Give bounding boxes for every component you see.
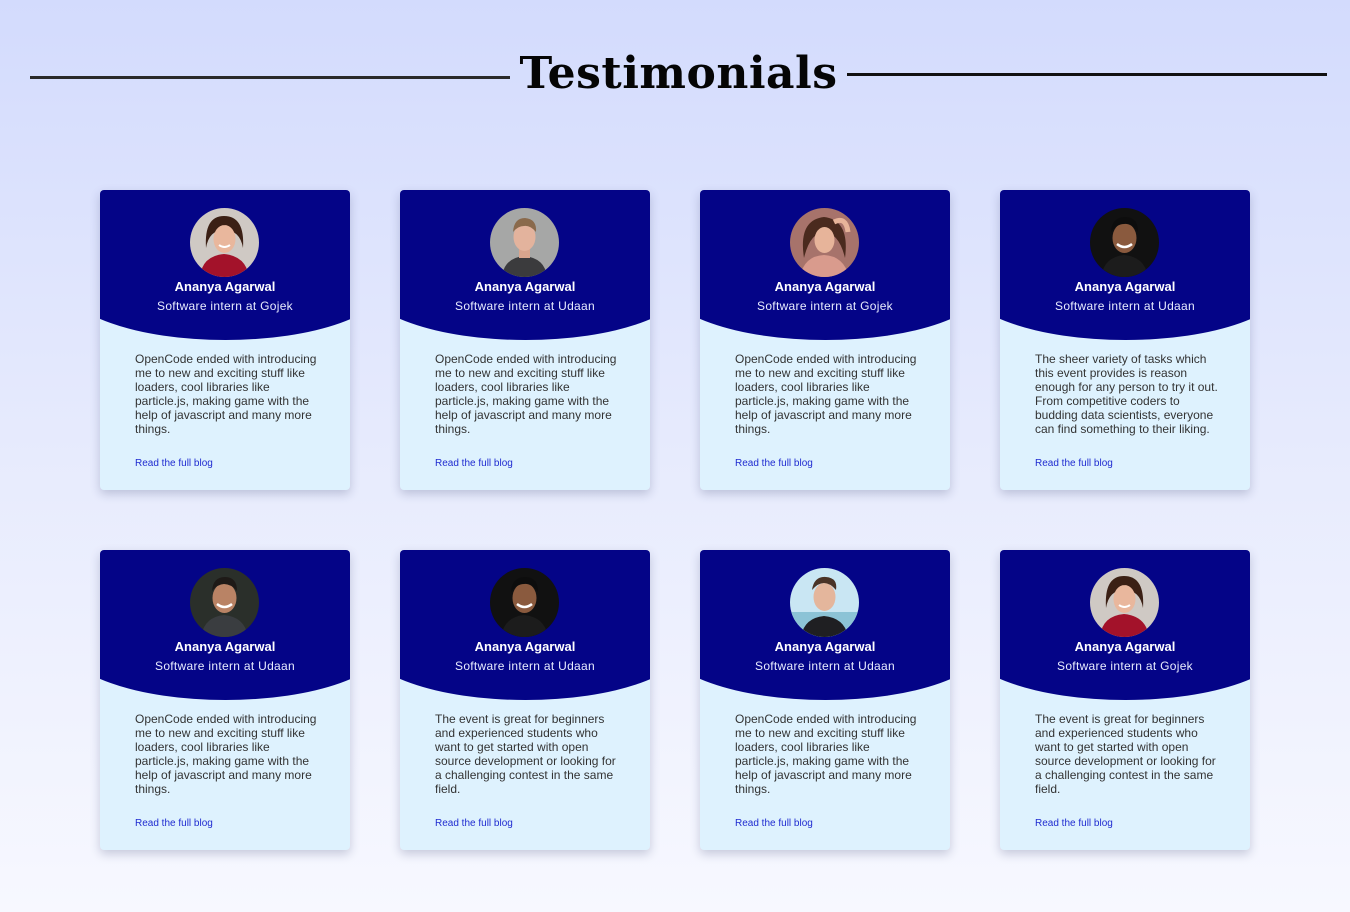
man-dark-background-avatar xyxy=(490,568,559,637)
woman-red-top-avatar xyxy=(190,208,259,277)
header-divider-left xyxy=(30,76,510,79)
testimonial-role: Software intern at Udaan xyxy=(755,659,895,673)
man-grey-background-avatar xyxy=(490,208,559,277)
man-sky-background-avatar xyxy=(790,568,859,637)
man-smiling-avatar xyxy=(190,568,259,637)
testimonial-card: Ananya Agarwal Software intern at Udaan Op… xyxy=(400,190,650,490)
testimonial-role: Software intern at Udaan xyxy=(1055,299,1195,313)
testimonial-name: Ananya Agarwal xyxy=(774,279,876,294)
testimonial-card: Ananya Agarwal Software intern at Udaan Th… xyxy=(1000,190,1250,490)
testimonial-quote: OpenCode ended with introducing me to ne… xyxy=(135,712,317,796)
testimonial-card: Ananya Agarwal Software intern at Udaan Th… xyxy=(400,550,650,850)
testimonial-name: Ananya Agarwal xyxy=(1074,639,1176,654)
man-dark-background-avatar xyxy=(1090,208,1159,277)
testimonial-card: Ananya Agarwal Software intern at Gojek Op… xyxy=(700,190,950,490)
testimonial-card: Ananya Agarwal Software intern at Gojek Th… xyxy=(1000,550,1250,850)
testimonial-quote: OpenCode ended with introducing me to ne… xyxy=(735,352,917,436)
testimonial-role: Software intern at Udaan xyxy=(155,659,295,673)
testimonial-name: Ananya Agarwal xyxy=(474,279,576,294)
read-full-blog-link[interactable]: Read the full blog xyxy=(1035,458,1113,469)
testimonial-quote: The event is great for beginners and exp… xyxy=(435,712,616,796)
read-full-blog-link[interactable]: Read the full blog xyxy=(735,458,813,469)
read-full-blog-link[interactable]: Read the full blog xyxy=(435,818,513,829)
testimonial-name: Ananya Agarwal xyxy=(474,639,576,654)
testimonial-quote: The sheer variety of tasks which this ev… xyxy=(1035,352,1218,436)
testimonial-card: Ananya Agarwal Software intern at Gojek Op… xyxy=(100,190,350,490)
read-full-blog-link[interactable]: Read the full blog xyxy=(735,818,813,829)
page-title: Testimonials xyxy=(519,48,838,99)
testimonial-card: Ananya Agarwal Software intern at Udaan Op… xyxy=(100,550,350,850)
testimonial-role: Software intern at Gojek xyxy=(1057,659,1193,673)
testimonial-name: Ananya Agarwal xyxy=(774,639,876,654)
read-full-blog-link[interactable]: Read the full blog xyxy=(135,818,213,829)
read-full-blog-link[interactable]: Read the full blog xyxy=(435,458,513,469)
page-header: Testimonials xyxy=(0,40,1350,120)
testimonial-quote: OpenCode ended with introducing me to ne… xyxy=(735,712,917,796)
testimonial-role: Software intern at Udaan xyxy=(455,659,595,673)
testimonial-quote: OpenCode ended with introducing me to ne… xyxy=(135,352,317,436)
woman-curly-hair-avatar xyxy=(790,208,859,277)
read-full-blog-link[interactable]: Read the full blog xyxy=(1035,818,1113,829)
testimonial-card: Ananya Agarwal Software intern at Udaan Op… xyxy=(700,550,950,850)
read-full-blog-link[interactable]: Read the full blog xyxy=(135,458,213,469)
testimonial-quote: OpenCode ended with introducing me to ne… xyxy=(435,352,617,436)
testimonials-grid: Ananya Agarwal Software intern at Gojek Op… xyxy=(100,190,1250,850)
woman-red-top-avatar xyxy=(1090,568,1159,637)
header-divider-right xyxy=(847,73,1327,76)
testimonial-quote: The event is great for beginners and exp… xyxy=(1035,712,1216,796)
testimonial-role: Software intern at Gojek xyxy=(157,299,293,313)
testimonial-role: Software intern at Udaan xyxy=(455,299,595,313)
testimonial-role: Software intern at Gojek xyxy=(757,299,893,313)
testimonial-name: Ananya Agarwal xyxy=(1074,279,1176,294)
testimonial-name: Ananya Agarwal xyxy=(174,639,276,654)
testimonial-name: Ananya Agarwal xyxy=(174,279,276,294)
